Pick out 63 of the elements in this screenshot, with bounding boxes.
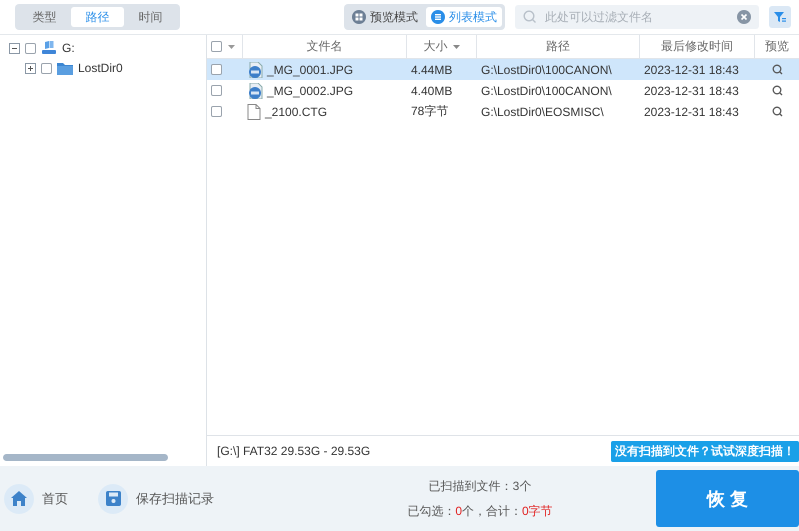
checkbox[interactable]	[211, 41, 222, 52]
modified-time: 2023-12-31 18:43	[644, 104, 739, 118]
checkbox[interactable]	[211, 85, 222, 96]
scrollbar[interactable]	[3, 454, 168, 461]
selected-count: 0	[455, 504, 462, 518]
search-icon	[523, 10, 537, 24]
checkbox[interactable]	[41, 62, 52, 74]
checkbox[interactable]	[211, 64, 222, 75]
selected-label: 已勾选：	[407, 504, 456, 518]
home-link[interactable]: 首页	[4, 484, 68, 514]
disk-info: [G:\] FAT32 29.53G - 29.53G	[217, 444, 370, 458]
file-size: 78字节	[411, 103, 448, 120]
file-size: 4.40MB	[411, 84, 452, 98]
column-header[interactable]: 路径	[477, 35, 640, 58]
category-tab[interactable]: 类型	[18, 7, 71, 27]
preview-icon[interactable]	[772, 85, 782, 96]
column-header[interactable]: 预览	[755, 35, 799, 58]
save-icon	[106, 491, 120, 506]
view-mode-tab[interactable]: 列表模式	[426, 7, 502, 27]
category-tab[interactable]: 路径	[71, 7, 124, 27]
folder-icon	[57, 62, 73, 74]
modified-time: 2023-12-31 18:43	[644, 84, 739, 98]
collapse-toggle[interactable]	[9, 42, 20, 54]
save-record-link[interactable]: 保存扫描记录	[98, 484, 214, 514]
file-path: G:\LostDir0\100CANON\	[481, 84, 612, 98]
category-tab[interactable]: 时间	[124, 7, 177, 27]
image-file-icon	[247, 82, 263, 98]
file-path: G:\LostDir0\100CANON\	[481, 62, 612, 76]
caret-icon[interactable]	[228, 44, 235, 48]
expand-toggle[interactable]	[25, 62, 36, 74]
home-icon	[11, 491, 27, 506]
file-name: _MG_0002.JPG	[267, 84, 354, 98]
column-header[interactable]: 文件名	[243, 35, 407, 58]
file-icon	[247, 104, 261, 120]
total-size: 0字节	[522, 504, 553, 518]
column-header[interactable]: 最后修改时间	[640, 35, 755, 58]
filter-field[interactable]: 此处可以过滤文件名	[543, 9, 731, 25]
file-size: 4.44MB	[411, 62, 452, 76]
total-label: 个，合计：	[462, 504, 522, 518]
file-path: G:\LostDir0\EOSMISC\	[481, 104, 604, 118]
list-icon	[431, 10, 445, 24]
checkbox[interactable]	[25, 42, 36, 54]
file-name: _2100.CTG	[265, 104, 328, 118]
preview-icon[interactable]	[772, 64, 782, 75]
checkbox[interactable]	[211, 106, 222, 117]
clear-icon[interactable]	[737, 10, 751, 24]
preview-icon[interactable]	[772, 106, 782, 117]
grid-icon	[352, 10, 366, 24]
tree-item[interactable]: G:	[62, 41, 75, 55]
modified-time: 2023-12-31 18:43	[644, 62, 739, 76]
file-name: _MG_0001.JPG	[267, 62, 354, 76]
filter-icon	[773, 10, 787, 24]
column-header[interactable]: 大小	[407, 35, 477, 58]
image-file-icon	[247, 62, 263, 78]
scanned-count: 已扫描到文件：3个	[428, 478, 532, 494]
view-mode-tab[interactable]: 预览模式	[347, 7, 423, 27]
search-box[interactable]: 此处可以过滤文件名	[515, 5, 759, 29]
drive-icon	[41, 41, 57, 55]
plus-icon	[26, 64, 35, 72]
deep-scan-link[interactable]: 没有扫描到文件？试试深度扫描！	[611, 440, 799, 462]
recover-button[interactable]: 恢 复	[656, 470, 799, 527]
tree-item[interactable]: LostDir0	[78, 61, 123, 75]
filter-button[interactable]	[769, 6, 791, 28]
